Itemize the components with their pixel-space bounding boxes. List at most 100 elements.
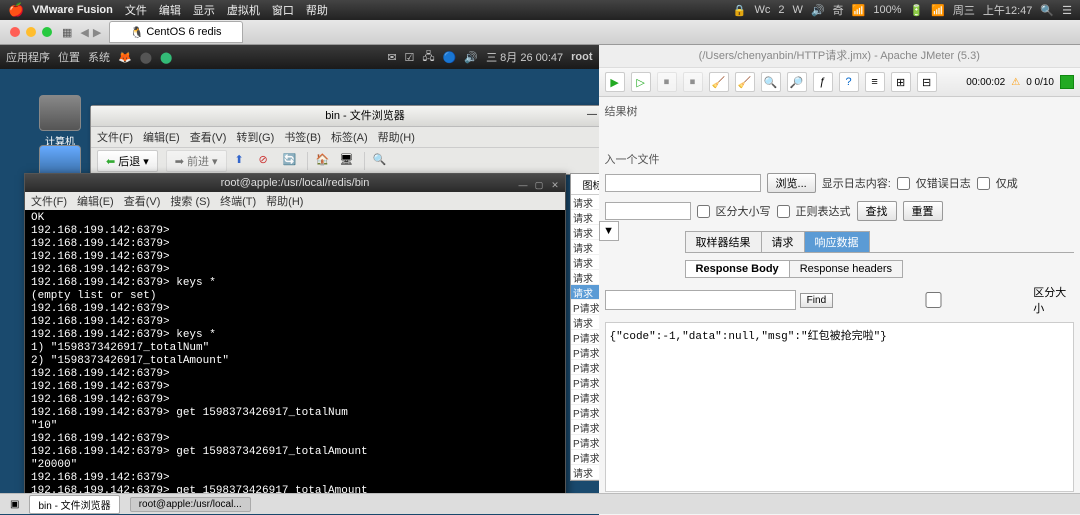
network-icon[interactable]: 🖧: [422, 48, 434, 67]
minimize-icon[interactable]: —: [585, 108, 599, 122]
close-icon[interactable]: ✕: [549, 176, 561, 194]
fm-menu-file[interactable]: 文件(F): [97, 129, 133, 145]
stop-icon[interactable]: ⏹: [657, 72, 677, 92]
help-icon[interactable]: ?: [839, 72, 859, 92]
fn-icon[interactable]: ƒ: [813, 72, 833, 92]
stop-icon[interactable]: ⊘: [259, 153, 275, 169]
terminal-window[interactable]: root@apple:/usr/local/redis/bin —▢✕ 文件(F…: [24, 173, 566, 505]
tray-icon[interactable]: Wc: [755, 4, 771, 16]
sampler-row[interactable]: P请求: [571, 345, 599, 360]
desktop-computer[interactable]: 计算机: [38, 95, 82, 148]
spotlight-icon[interactable]: 🔍: [1040, 4, 1054, 17]
shutdown-icon[interactable]: ⏹: [683, 72, 703, 92]
term-menu-edit[interactable]: 编辑(E): [77, 193, 114, 209]
run-no-icon[interactable]: ▷: [631, 72, 651, 92]
sampler-row[interactable]: 请求: [571, 210, 599, 225]
menu-help[interactable]: 帮助: [306, 2, 328, 18]
find-case-checkbox[interactable]: [841, 292, 1026, 308]
tab-response-data[interactable]: 响应数据: [804, 231, 870, 252]
sampler-row[interactable]: 请求: [571, 240, 599, 255]
term-menu-search[interactable]: 搜索 (S): [170, 193, 210, 209]
term-menu-view[interactable]: 查看(V): [124, 193, 161, 209]
fm-menu-tab[interactable]: 标签(A): [331, 129, 368, 145]
filename-input[interactable]: [605, 174, 761, 192]
collapse-icon[interactable]: ⊟: [917, 72, 937, 92]
sampler-row[interactable]: 请求: [571, 465, 599, 480]
find-button[interactable]: Find: [800, 293, 833, 308]
task-icon[interactable]: ☑: [405, 51, 415, 64]
fm-menu-view[interactable]: 查看(V): [190, 129, 227, 145]
sampler-row[interactable]: 请求: [571, 315, 599, 330]
run-icon[interactable]: ▶: [605, 72, 625, 92]
taskbar-term[interactable]: root@apple:/usr/local...: [130, 497, 251, 512]
show-desktop-icon[interactable]: ▣: [10, 499, 19, 510]
taskbar-fm[interactable]: bin - 文件浏览器: [29, 495, 119, 514]
subtab-response-headers[interactable]: Response headers: [789, 260, 903, 278]
sampler-row[interactable]: P请求: [571, 420, 599, 435]
term-menu-file[interactable]: 文件(F): [31, 193, 67, 209]
search-button[interactable]: 查找: [857, 201, 897, 221]
fwd-button[interactable]: ➡前进▾: [166, 150, 227, 172]
sampler-row[interactable]: P请求: [571, 300, 599, 315]
fm-menu-edit[interactable]: 编辑(E): [143, 129, 180, 145]
search-reset-icon[interactable]: 🔎: [787, 72, 807, 92]
home-icon[interactable]: 🏠: [316, 153, 332, 169]
menu-edit[interactable]: 编辑: [159, 2, 181, 18]
mail-icon[interactable]: ✉: [387, 51, 396, 64]
case-checkbox[interactable]: [697, 205, 710, 218]
menu-file[interactable]: 文件: [125, 2, 147, 18]
term-menu-terminal[interactable]: 终端(T): [220, 193, 256, 209]
clear-all-icon[interactable]: 🧹: [735, 72, 755, 92]
menu-vm[interactable]: 虚拟机: [227, 2, 260, 18]
fm-menu-bookmark[interactable]: 书签(B): [284, 129, 321, 145]
warning-icon[interactable]: ⚠: [1011, 77, 1020, 88]
reset-button[interactable]: 重置: [903, 201, 943, 221]
sidebar-toggle-icon[interactable]: ▦: [62, 26, 72, 39]
tab-sampler-result[interactable]: 取样器结果: [685, 231, 762, 252]
sampler-row[interactable]: P请求: [571, 450, 599, 465]
fm-menu-help[interactable]: 帮助(H): [378, 129, 415, 145]
sampler-row[interactable]: P请求: [571, 375, 599, 390]
fm-menu-go[interactable]: 转到(G): [236, 129, 274, 145]
apps-menu[interactable]: 应用程序: [6, 49, 50, 65]
minimize-icon[interactable]: —: [517, 176, 529, 194]
nav-fwd-icon[interactable]: ▶: [93, 26, 101, 39]
search-input[interactable]: [605, 202, 691, 220]
menu-window[interactable]: 窗口: [272, 2, 294, 18]
sampler-row[interactable]: 请求: [571, 195, 599, 210]
sampler-row[interactable]: P请求: [571, 390, 599, 405]
expand-icon[interactable]: ⊞: [891, 72, 911, 92]
tray-icon[interactable]: 奇: [833, 2, 844, 18]
tray-icon[interactable]: 🔒: [733, 4, 747, 17]
file-browser-window[interactable]: bin - 文件浏览器 —▢✕ 文件(F) 编辑(E) 查看(V) 转到(G) …: [90, 105, 599, 175]
term-menu-help[interactable]: 帮助(H): [266, 193, 303, 209]
places-menu[interactable]: 位置: [58, 49, 80, 65]
wifi-icon[interactable]: 📶: [852, 4, 866, 17]
subtab-response-body[interactable]: Response Body: [685, 260, 790, 278]
net-icon[interactable]: 📶: [931, 4, 945, 17]
vm-tab[interactable]: 🐧 CentOS 6 redis: [109, 21, 242, 43]
system-menu[interactable]: 系统: [88, 49, 110, 65]
close-icon[interactable]: [10, 27, 20, 37]
panel-date[interactable]: 三 8月 26 00:47: [486, 49, 563, 65]
scroll-down-icon[interactable]: ▼: [599, 221, 619, 241]
success-only-checkbox[interactable]: [977, 177, 990, 190]
notif-icon[interactable]: ☰: [1062, 4, 1072, 17]
terminal-body[interactable]: OK 192.168.199.142:6379> 192.168.199.142…: [25, 210, 565, 504]
battery-icon[interactable]: 🔋: [909, 4, 923, 17]
sampler-row[interactable]: 请求: [571, 255, 599, 270]
find-input[interactable]: [605, 290, 796, 310]
clear-icon[interactable]: 🧹: [709, 72, 729, 92]
up-icon[interactable]: ⬆: [235, 153, 251, 169]
sampler-row[interactable]: 请求: [571, 270, 599, 285]
firefox-icon[interactable]: 🦊: [118, 51, 132, 64]
view-selector[interactable]: 图标视图▾: [571, 174, 599, 195]
sampler-row[interactable]: P请求: [571, 360, 599, 375]
tray-icon[interactable]: W: [793, 4, 803, 16]
app-icon[interactable]: ⬤: [160, 51, 172, 64]
volume-icon[interactable]: 🔊: [464, 51, 478, 64]
sampler-row[interactable]: P请求: [571, 330, 599, 345]
search-icon[interactable]: 🔍: [373, 153, 389, 169]
maximize-icon[interactable]: ▢: [533, 176, 545, 194]
app-icon[interactable]: ⬤: [140, 51, 152, 64]
